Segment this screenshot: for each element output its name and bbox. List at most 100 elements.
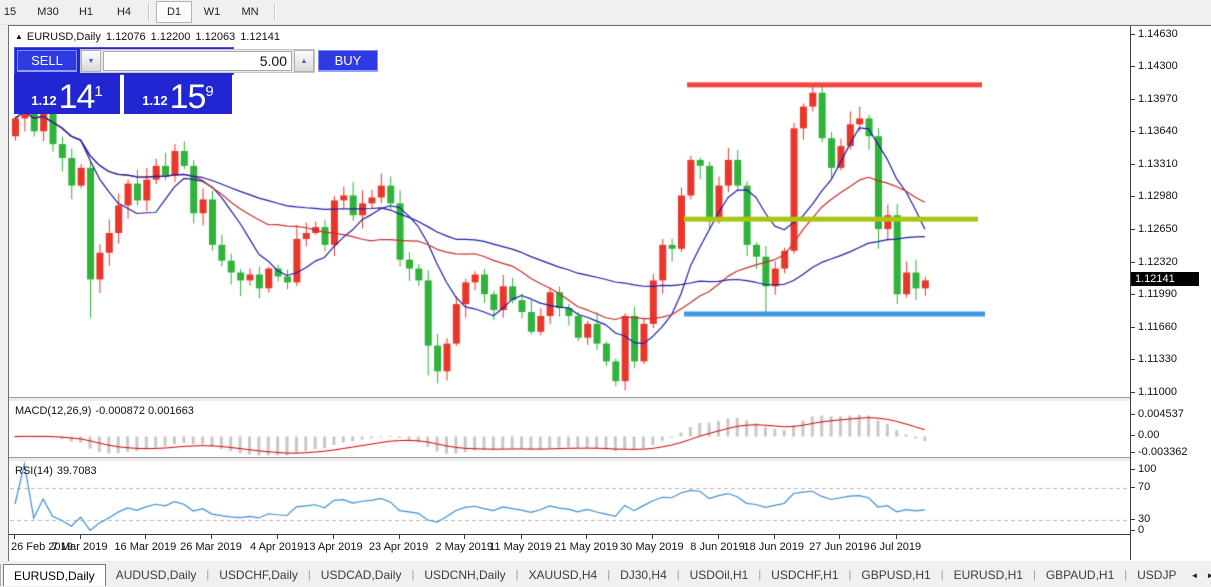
macd-axis-label: 0.00 bbox=[1138, 429, 1159, 442]
sell-price-big: 14 bbox=[59, 82, 95, 112]
volume-decrease-icon[interactable]: ▼ bbox=[81, 50, 101, 72]
tab-usdjp[interactable]: USDJP bbox=[1127, 565, 1186, 585]
tab-usdcnh-daily[interactable]: USDCNH,Daily bbox=[414, 565, 515, 585]
date-tick bbox=[399, 535, 400, 539]
date-tick bbox=[652, 535, 653, 539]
one-click-trading-widget: SELL ▼ ▲ BUY 1.12 14 1 1.12 15 9 bbox=[14, 47, 232, 112]
volume-increase-icon[interactable]: ▲ bbox=[294, 50, 314, 72]
date-tick bbox=[464, 535, 465, 539]
date-tick bbox=[718, 535, 719, 539]
buy-price-prefix: 1.12 bbox=[142, 90, 167, 112]
ohlc-open: 1.12076 bbox=[106, 31, 146, 43]
timeframe-toolbar: 15M30H1H4 D1W1MN bbox=[0, 0, 1211, 25]
sell-button[interactable]: SELL bbox=[17, 50, 77, 72]
date-tick bbox=[774, 535, 775, 539]
macd-label: MACD(12,26,9)-0.000872 0.001663 bbox=[15, 405, 198, 417]
macd-axis-label: 0.004537 bbox=[1138, 408, 1184, 421]
date-tick bbox=[896, 535, 897, 539]
rsi-value: 39.7083 bbox=[57, 465, 97, 477]
price-tick-label: 1.11000 bbox=[1138, 386, 1177, 399]
date-tick bbox=[211, 535, 212, 539]
date-label: 18 Jun 2019 bbox=[743, 541, 804, 553]
tab-audusd-daily[interactable]: AUDUSD,Daily bbox=[106, 565, 207, 585]
panel-splitter[interactable] bbox=[9, 457, 1211, 461]
current-price-badge: 1.12141 bbox=[1131, 272, 1199, 286]
date-tick bbox=[521, 535, 522, 539]
price-tick-label: 1.11660 bbox=[1138, 321, 1177, 334]
tab-gbpaud-h1[interactable]: GBPAUD,H1 bbox=[1036, 565, 1124, 585]
trade-widget-top: SELL ▼ ▲ BUY bbox=[14, 47, 234, 75]
ohlc-close: 1.12141 bbox=[240, 31, 280, 43]
tab-scroll-left-icon[interactable]: ◄ bbox=[1186, 571, 1202, 580]
timeframe-button-m30[interactable]: M30 bbox=[30, 1, 66, 23]
price-tick-label: 1.12650 bbox=[1138, 223, 1178, 236]
date-label: 8 Jun 2019 bbox=[690, 541, 744, 553]
macd-name: MACD(12,26,9) bbox=[15, 405, 91, 417]
date-label: 26 Mar 2019 bbox=[180, 541, 242, 553]
date-label: 2 May 2019 bbox=[435, 541, 492, 553]
date-label: 6 Jul 2019 bbox=[870, 541, 921, 553]
date-tick bbox=[145, 535, 146, 539]
ohlc-high: 1.12200 bbox=[151, 31, 191, 43]
price-tick-label: 1.13970 bbox=[1138, 93, 1178, 106]
date-label: 7 Mar 2019 bbox=[52, 541, 108, 553]
price-tick-label: 1.12320 bbox=[1138, 256, 1178, 269]
tab-usdcad-daily[interactable]: USDCAD,Daily bbox=[311, 565, 412, 585]
price-tick-label: 1.13640 bbox=[1138, 125, 1178, 138]
rsi-label: RSI(14) 39.7083 bbox=[15, 465, 101, 477]
price-tick-label: 1.11330 bbox=[1138, 353, 1177, 366]
sell-price-prefix: 1.12 bbox=[31, 90, 56, 112]
price-axis[interactable]: 1.12141 1.146301.143001.139701.136401.13… bbox=[1130, 26, 1211, 560]
panel-splitter[interactable] bbox=[9, 397, 1211, 401]
date-label: 27 Jun 2019 bbox=[809, 541, 870, 553]
rsi-name: RSI(14) bbox=[15, 465, 53, 477]
trading-terminal: 15M30H1H4D1W1MN ▲EURUSD,Daily1.120761.12… bbox=[0, 0, 1211, 587]
rsi-axis-label: 0 bbox=[1138, 524, 1144, 537]
volume-input[interactable] bbox=[103, 51, 292, 71]
buy-button[interactable]: BUY bbox=[318, 50, 378, 72]
timeframe-button-w1[interactable]: W1 bbox=[194, 1, 230, 23]
price-tick-label: 1.13310 bbox=[1138, 158, 1178, 171]
timeframe-button-h1[interactable]: H1 bbox=[68, 1, 104, 23]
date-label: 11 May 2019 bbox=[489, 541, 552, 553]
timeframe-button-15[interactable]: 15 bbox=[0, 1, 28, 23]
timeframe-button-h4[interactable]: H4 bbox=[106, 1, 142, 23]
date-tick bbox=[333, 535, 334, 539]
ohlc-low: 1.12063 bbox=[195, 31, 235, 43]
timeframe-button-mn[interactable]: MN bbox=[232, 1, 268, 23]
price-tick-label: 1.14630 bbox=[1138, 28, 1178, 41]
chart-tab-bar: EURUSD,DailyAUDUSD,Daily|USDCHF,Daily|US… bbox=[0, 563, 1211, 587]
date-tick bbox=[277, 535, 278, 539]
rsi-chart-canvas[interactable] bbox=[10, 460, 1130, 534]
buy-price-sup: 9 bbox=[205, 86, 213, 98]
tab-dj30-h4[interactable]: DJ30,H4 bbox=[610, 565, 677, 585]
rsi-axis-label: 70 bbox=[1138, 481, 1150, 494]
sell-price-panel[interactable]: 1.12 14 1 bbox=[14, 74, 120, 114]
tab-gbpusd-h1[interactable]: GBPUSD,H1 bbox=[851, 565, 940, 585]
tab-eurusd-h1[interactable]: EURUSD,H1 bbox=[944, 565, 1033, 585]
tab-usdchf-h1[interactable]: USDCHF,H1 bbox=[761, 565, 848, 585]
tab-usdchf-daily[interactable]: USDCHF,Daily bbox=[209, 565, 308, 585]
date-label: 23 Apr 2019 bbox=[369, 541, 428, 553]
tab-xauusd-h4[interactable]: XAUUSD,H4 bbox=[519, 565, 608, 585]
date-axis[interactable]: 26 Feb 20197 Mar 201916 Mar 201926 Mar 2… bbox=[9, 534, 1130, 561]
macd-axis-label: -0.003362 bbox=[1138, 446, 1188, 459]
chart-window: ▲EURUSD,Daily1.120761.122001.120631.1214… bbox=[8, 25, 1211, 561]
price-tick-label: 1.11990 bbox=[1138, 288, 1177, 301]
toolbar-separator bbox=[148, 3, 150, 21]
tab-eurusd-daily[interactable]: EURUSD,Daily bbox=[3, 564, 106, 586]
buy-price-big: 15 bbox=[170, 82, 206, 112]
symbol-marker-icon: ▲ bbox=[15, 32, 23, 41]
tabbar-notch bbox=[0, 564, 1, 586]
date-label: 21 May 2019 bbox=[554, 541, 618, 553]
tab-usdoil-h1[interactable]: USDOil,H1 bbox=[680, 565, 759, 585]
buy-price-panel[interactable]: 1.12 15 9 bbox=[124, 74, 232, 114]
sell-price-sup: 1 bbox=[94, 86, 102, 98]
chart-symbol: EURUSD,Daily bbox=[27, 31, 101, 43]
rsi-axis-label: 100 bbox=[1138, 463, 1156, 476]
chart-header: ▲ EURUSD,Daily 1.12076 1.12200 1.12063 1.1214… bbox=[15, 31, 285, 43]
timeframe-button-d1[interactable]: D1 bbox=[156, 1, 192, 23]
date-label: 13 Apr 2019 bbox=[303, 541, 362, 553]
toolbar-separator bbox=[274, 3, 276, 21]
tab-scroll-right-icon[interactable]: ► bbox=[1202, 571, 1211, 580]
